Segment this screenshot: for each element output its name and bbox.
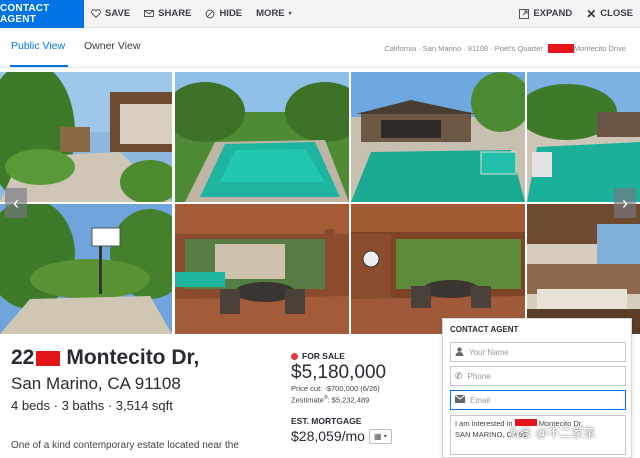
mortgage-calculator-button[interactable]: ▦ ▾	[368, 428, 392, 444]
save-button[interactable]: SAVE	[84, 0, 137, 28]
photo-driveway[interactable]	[0, 72, 172, 202]
watermark: 头条 @不二家茶	[508, 426, 596, 440]
hide-label: HIDE	[219, 8, 243, 19]
tab-owner-view[interactable]: Owner View	[84, 40, 140, 52]
email-field[interactable]: Email	[450, 390, 626, 410]
expand-icon	[519, 8, 530, 19]
zestimate: Zestimate®: $5,232,489	[291, 395, 369, 405]
price-cut: Price cut: -$700,000 (6/26)	[291, 384, 380, 393]
listing-description: One of a kind contemporary estate locate…	[11, 440, 239, 451]
sale-status-dot	[291, 352, 298, 360]
breadcrumb-location[interactable]: California · San Marino · 91108 · Poet's…	[384, 44, 542, 53]
zestimate-label[interactable]: Zestimate	[291, 396, 324, 405]
save-label: SAVE	[105, 8, 131, 19]
redaction-mark	[547, 44, 574, 53]
close-button[interactable]: ✕ CLOSE	[579, 0, 640, 28]
photo-pool-2[interactable]	[527, 72, 640, 202]
phone-icon: ✆	[455, 370, 463, 381]
zestimate-value: : $5,232,489	[327, 395, 370, 405]
heart-icon	[91, 9, 101, 18]
close-label: CLOSE	[600, 8, 633, 19]
share-label: SHARE	[158, 8, 192, 19]
active-tab-indicator	[10, 65, 68, 67]
next-photo-button[interactable]: ›	[614, 188, 636, 218]
photo-patio-2[interactable]	[351, 204, 525, 334]
envelope-icon	[454, 394, 466, 405]
est-mortgage-label: EST. MORTGAGE	[291, 416, 362, 426]
name-placeholder: Your Name	[469, 347, 509, 357]
est-mortgage-value: $28,059/mo	[291, 428, 365, 444]
chevron-right-icon: ›	[622, 192, 628, 213]
hide-icon	[205, 9, 215, 19]
share-button[interactable]: SHARE	[137, 0, 198, 28]
close-icon: ✕	[586, 6, 597, 21]
more-menu-button[interactable]: MORE ▾	[249, 0, 299, 28]
contact-agent-button[interactable]: CONTACT AGENT	[0, 0, 84, 28]
property-specs: 4 beds · 3 baths · 3,514 sqft	[11, 398, 173, 413]
address-line-1: 22 Montecito Dr,	[11, 346, 199, 370]
status-label: FOR SALE	[302, 351, 345, 361]
name-field[interactable]: Your Name	[450, 342, 626, 362]
chevron-left-icon: ‹	[13, 192, 19, 213]
redaction-mark	[36, 350, 61, 366]
breadcrumb-street[interactable]: Montecito Drive	[574, 44, 626, 53]
top-toolbar: CONTACT AGENT SAVE SHARE HIDE MORE ▾ EXP…	[0, 0, 640, 28]
previous-photo-button[interactable]: ‹	[5, 188, 27, 218]
person-icon	[455, 346, 464, 358]
address-street: Montecito Dr,	[66, 346, 200, 369]
more-label: MORE	[256, 8, 285, 19]
photo-patio-1[interactable]	[175, 204, 349, 334]
share-icon	[144, 9, 155, 18]
calculator-icon: ▦	[373, 431, 382, 441]
photo-basketball[interactable]	[0, 204, 172, 334]
contact-panel-title: CONTACT AGENT	[450, 325, 519, 334]
expand-button[interactable]: EXPAND	[512, 0, 579, 28]
address-line-2: San Marino, CA 91108	[11, 374, 181, 393]
photo-kitchen[interactable]	[527, 204, 640, 334]
view-tabs: Public View Owner View California · San …	[0, 28, 640, 68]
caret-down-icon: ▾	[288, 11, 292, 17]
breadcrumb: California · San Marino · 91108 · Poet's…	[384, 44, 626, 53]
listing-price: $5,180,000	[291, 362, 387, 383]
address-number: 22	[11, 346, 35, 369]
photo-gallery: ‹ ›	[0, 72, 640, 334]
phone-field[interactable]: ✆ Phone	[450, 366, 626, 386]
tab-public-view[interactable]: Public View	[11, 40, 65, 52]
status-badge: FOR SALE	[291, 351, 345, 361]
photo-pool-1[interactable]	[175, 72, 349, 202]
email-placeholder: Email	[470, 395, 491, 405]
est-mortgage: $28,059/mo ▦ ▾	[291, 428, 392, 444]
hide-button[interactable]: HIDE	[198, 0, 249, 28]
message-text-a: I am interested in	[455, 419, 513, 428]
photo-pool-house[interactable]	[351, 72, 525, 202]
caret-down-icon: ▾	[383, 433, 387, 440]
expand-label: EXPAND	[533, 8, 573, 19]
phone-placeholder: Phone	[467, 371, 491, 381]
